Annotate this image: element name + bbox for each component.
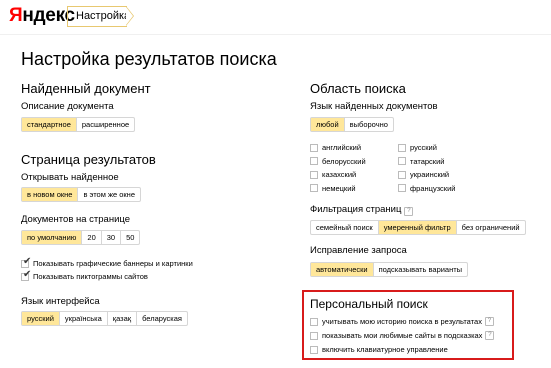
checkbox-box[interactable] [310, 184, 318, 192]
query-correction-toggle-option[interactable]: автоматически [311, 263, 373, 276]
docs-per-page-label: Документов на странице [21, 214, 131, 225]
checkbox-box[interactable] [398, 184, 406, 192]
page-filter-toggle-option[interactable]: семейный поиск [311, 221, 378, 234]
interface-language-toggle: русский українська қазақ беларуская [21, 311, 188, 326]
open-mode-toggle-option[interactable]: в новом окне [22, 188, 78, 201]
page-filter-label: Фильтрация страниц? [310, 204, 414, 216]
doc-language-toggle-option[interactable]: любой [311, 118, 344, 131]
help-icon[interactable]: ? [484, 317, 494, 326]
yandex-logo[interactable]: Яндекс [9, 5, 75, 27]
checkbox-box[interactable] [310, 157, 318, 165]
help-icon[interactable]: ? [485, 331, 495, 340]
checkbox-box[interactable] [310, 331, 318, 340]
query-correction-label: Исправление запроса [310, 245, 407, 256]
docs-per-page-toggle-option[interactable]: по умолчанию [22, 231, 82, 244]
checkbox-box[interactable] [310, 143, 318, 152]
interface-language-toggle-option[interactable]: українська [58, 312, 107, 325]
docs-per-page-toggle-option[interactable]: 50 [120, 231, 139, 244]
language-checkbox[interactable]: английский [310, 143, 361, 152]
search-area-title: Область поиска [310, 81, 406, 96]
doc-language-toggle: любой выборочно [310, 117, 394, 132]
open-mode-toggle-option[interactable]: в этом же окне [77, 188, 140, 201]
found-doc-title: Найденный документ [21, 81, 151, 96]
language-checkbox[interactable]: французский [398, 184, 455, 193]
checkbox-box[interactable] [398, 157, 406, 165]
doc-description-toggle-option[interactable]: расширенное [75, 118, 134, 131]
doc-description-label: Описание документа [21, 101, 114, 112]
page-filter-toggle: семейный поиск умеренный фильтр без ограни… [310, 220, 526, 235]
language-checkbox[interactable]: белорусский [310, 157, 366, 166]
checkbox-box[interactable] [398, 143, 406, 152]
results-page-title: Страница результатов [21, 152, 156, 167]
language-checkbox[interactable]: немецкий [310, 184, 356, 193]
checkbox-box[interactable] [398, 170, 406, 179]
doc-language-label: Язык найденных документов [310, 101, 438, 112]
language-checkbox[interactable]: русский [398, 143, 437, 152]
checkmark-icon: ✔ [23, 268, 32, 280]
open-mode-toggle: в новом окне в этом же окне [21, 187, 141, 202]
checkbox-box[interactable] [310, 345, 318, 354]
query-correction-toggle-option[interactable]: подсказывать варианты [372, 263, 467, 276]
doc-description-toggle-option[interactable]: стандартное [22, 118, 76, 131]
personal-search-title: Персональный поиск [310, 297, 428, 311]
language-checkbox[interactable]: татарский [398, 157, 444, 166]
doc-description-toggle: стандартное расширенное [21, 117, 136, 132]
docs-per-page-toggle: по умолчанию 20 30 50 [21, 230, 141, 245]
query-correction-toggle: автоматически подсказывать варианты [310, 262, 469, 277]
docs-per-page-toggle-option[interactable]: 20 [81, 231, 100, 244]
breadcrumb[interactable]: Настройка [67, 6, 130, 27]
interface-language-toggle-option[interactable]: қазақ [106, 312, 136, 325]
language-checkbox[interactable]: казахский [310, 170, 356, 179]
checkbox-box[interactable] [310, 317, 318, 326]
checkbox-box[interactable]: ✔ [21, 255, 32, 268]
search-history-checkbox[interactable]: учитывать мою историю поиска в результат… [310, 317, 494, 326]
page-filter-toggle-option[interactable]: без ограничений [455, 221, 525, 234]
checkbox-box[interactable]: ✔ [21, 268, 32, 281]
page-filter-toggle-option[interactable]: умеренный фильтр [377, 221, 456, 234]
favorite-sites-checkbox[interactable]: показывать мои любимые сайты в подсказка… [310, 331, 495, 340]
checkmark-icon: ✔ [23, 255, 32, 267]
keyboard-control-checkbox[interactable]: включить клавиатурное управление [310, 345, 448, 354]
interface-language-label: Язык интерфейса [21, 296, 100, 307]
checkbox-box[interactable] [310, 170, 318, 179]
docs-per-page-toggle-option[interactable]: 30 [100, 231, 120, 244]
interface-language-toggle-option[interactable]: русский [22, 312, 59, 325]
help-icon[interactable]: ? [404, 207, 414, 216]
language-checkbox[interactable]: украинский [398, 170, 449, 179]
header-divider [0, 34, 551, 35]
open-found-label: Открывать найденное [21, 172, 119, 183]
interface-language-toggle-option[interactable]: беларуская [136, 312, 187, 325]
page-title: Настройка результатов поиска [21, 49, 277, 69]
show-banners-checkbox[interactable]: ✔ Показывать графические баннеры и карти… [21, 255, 193, 268]
show-favicons-checkbox[interactable]: ✔ Показывать пиктограммы сайтов [21, 268, 148, 281]
doc-language-toggle-option[interactable]: выборочно [343, 118, 393, 131]
